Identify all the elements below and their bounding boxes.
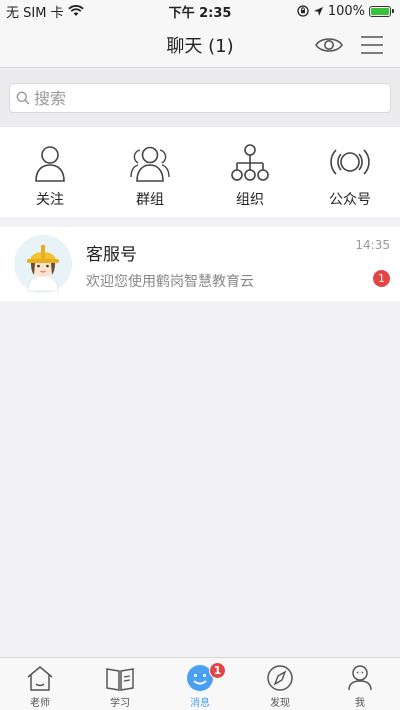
status-left: 无 SIM 卡 bbox=[6, 2, 84, 21]
quick-label: 群组 bbox=[136, 192, 164, 208]
quick-official[interactable]: 公众号 bbox=[300, 127, 400, 217]
menu-icon[interactable] bbox=[360, 34, 384, 56]
nav-bar: 聊天 (1) bbox=[0, 22, 400, 68]
search-box[interactable] bbox=[9, 83, 391, 113]
location-arrow-icon bbox=[313, 6, 323, 16]
tab-me[interactable]: 我 bbox=[320, 658, 400, 710]
quick-label: 公众号 bbox=[329, 192, 371, 208]
status-bar: 无 SIM 卡 下午 2:35 100% bbox=[0, 0, 400, 22]
quick-label: 关注 bbox=[36, 192, 64, 208]
conversation-preview: 欢迎您使用鹤岗智慧教育云 bbox=[86, 274, 254, 290]
conversation-name: 客服号 bbox=[86, 245, 137, 265]
conversation-item[interactable]: 客服号 欢迎您使用鹤岗智慧教育云 14:35 1 bbox=[0, 227, 400, 301]
search-input[interactable] bbox=[34, 88, 374, 108]
quick-label: 组织 bbox=[236, 192, 264, 208]
quick-org[interactable]: 组织 bbox=[200, 127, 300, 217]
book-icon bbox=[106, 668, 134, 691]
tab-label: 我 bbox=[355, 698, 365, 709]
quick-follow[interactable]: 关注 bbox=[0, 127, 100, 217]
eye-icon[interactable] bbox=[314, 34, 344, 56]
home-icon bbox=[27, 666, 53, 691]
carrier-label: 无 SIM 卡 bbox=[6, 5, 64, 21]
avatar bbox=[14, 235, 72, 293]
user-icon bbox=[35, 146, 65, 182]
rotation-lock-icon bbox=[297, 5, 309, 17]
quick-actions: 关注 群组 组织 公众号 bbox=[0, 127, 400, 217]
tab-label: 发现 bbox=[270, 698, 290, 709]
battery-percent: 100% bbox=[327, 3, 365, 19]
tab-badge: 1 bbox=[209, 662, 226, 679]
status-right: 100% bbox=[297, 4, 394, 19]
tab-label: 消息 bbox=[190, 698, 210, 709]
group-icon bbox=[130, 146, 170, 182]
tab-bar: 老师 学习 1 消息 发现 我 bbox=[0, 657, 400, 710]
broadcast-icon bbox=[330, 149, 370, 175]
wifi-icon bbox=[67, 5, 84, 16]
org-tree-icon bbox=[231, 144, 269, 181]
tab-teacher[interactable]: 老师 bbox=[0, 658, 80, 710]
unread-badge: 1 bbox=[373, 270, 390, 287]
quick-group[interactable]: 群组 bbox=[100, 127, 200, 217]
tab-label: 老师 bbox=[30, 698, 50, 709]
tab-study[interactable]: 学习 bbox=[80, 658, 160, 710]
page-title: 聊天 (1) bbox=[166, 35, 234, 57]
tab-label: 学习 bbox=[110, 698, 130, 709]
search-icon bbox=[16, 91, 30, 105]
search-area bbox=[0, 69, 400, 127]
tab-messages[interactable]: 1 消息 bbox=[160, 658, 240, 710]
tab-discover[interactable]: 发现 bbox=[240, 658, 320, 710]
profile-icon bbox=[348, 665, 372, 691]
battery-icon bbox=[369, 5, 394, 17]
compass-icon bbox=[267, 665, 293, 691]
conversation-time: 14:35 bbox=[355, 238, 390, 252]
